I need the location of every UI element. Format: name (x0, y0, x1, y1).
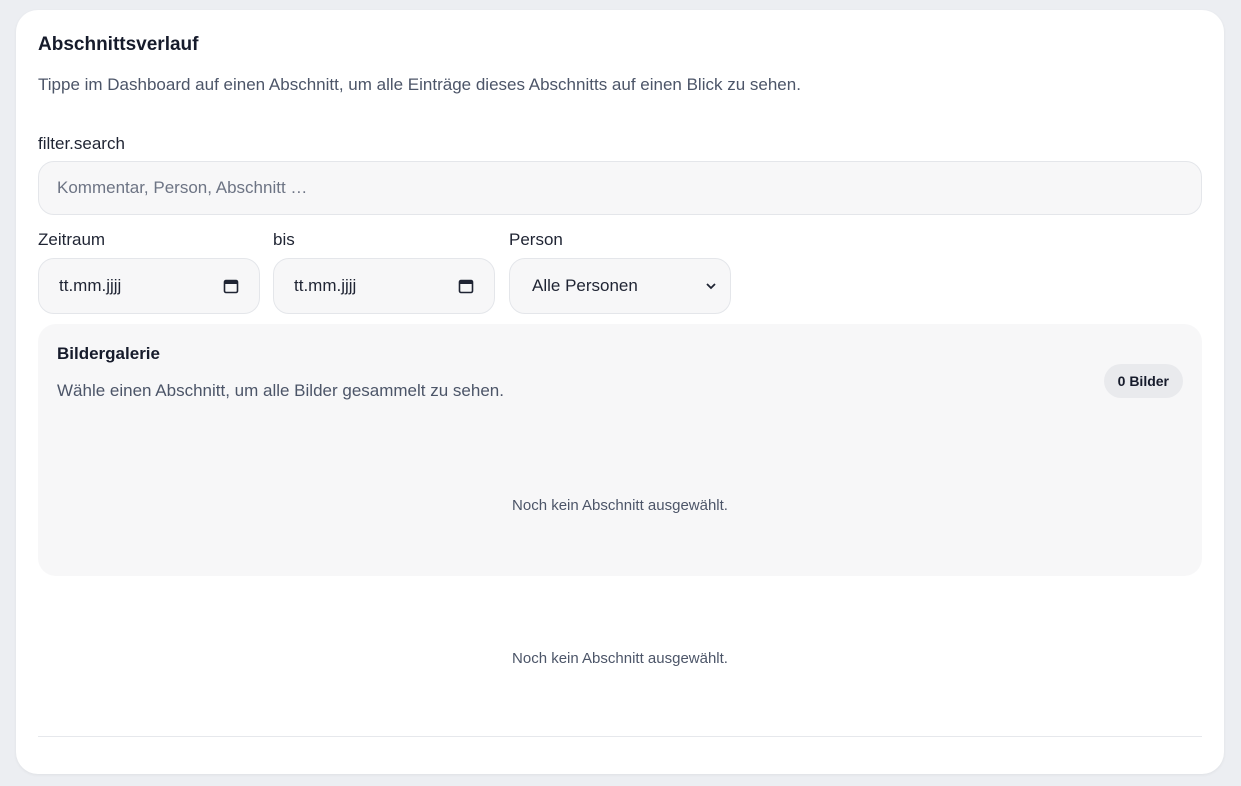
from-date-label: Zeitraum (38, 230, 106, 249)
gallery-subtitle: Wähle einen Abschnitt, um alle Bilder ge… (57, 381, 504, 400)
search-label: filter.search (38, 134, 125, 153)
image-gallery: Bildergalerie Wähle einen Abschnitt, um … (38, 324, 1202, 576)
chevron-down-icon (706, 279, 716, 293)
calendar-icon[interactable] (458, 278, 474, 294)
divider (38, 736, 1202, 737)
to-date-label: bis (273, 230, 295, 249)
gallery-title: Bildergalerie (57, 344, 160, 363)
to-date-value: tt.mm.jjjj (294, 276, 357, 295)
search-input[interactable] (38, 161, 1202, 215)
page-title: Abschnittsverlauf (38, 34, 199, 55)
gallery-empty-state: Noch kein Abschnitt ausgewählt. (512, 497, 728, 514)
calendar-icon[interactable] (223, 278, 239, 294)
from-date-field[interactable]: tt.mm.jjjj (38, 258, 260, 314)
person-select[interactable]: Alle Personen (509, 258, 731, 314)
entries-empty-state: Noch kein Abschnitt ausgewählt. (512, 650, 728, 667)
from-date-value: tt.mm.jjjj (59, 276, 122, 295)
image-count-badge: 0 Bilder (1103, 364, 1183, 398)
section-history-card: Abschnittsverlauf Tippe im Dashboard auf… (16, 10, 1224, 774)
person-label: Person (509, 230, 563, 249)
to-date-field[interactable]: tt.mm.jjjj (273, 258, 495, 314)
person-select-value: Alle Personen (532, 276, 638, 295)
page-subtitle: Tippe im Dashboard auf einen Abschnitt, … (38, 75, 801, 94)
